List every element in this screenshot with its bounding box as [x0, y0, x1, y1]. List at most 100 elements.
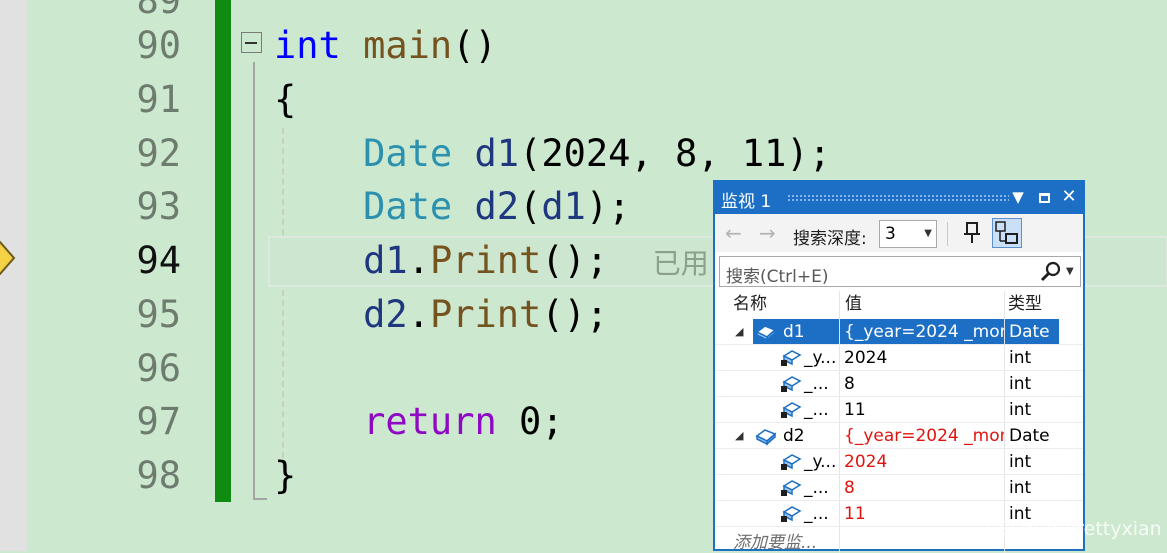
- watch-title-bar[interactable]: 监视 1 ▼ ✕: [715, 182, 1083, 214]
- value-cell[interactable]: 11: [840, 397, 1004, 422]
- name-cell: _...: [780, 397, 839, 422]
- field-name: _...: [804, 400, 829, 420]
- watch-row[interactable]: _y... 2024 int: [715, 345, 1083, 371]
- code-text: .: [407, 293, 430, 336]
- name-cell: _y...: [780, 345, 839, 370]
- name-cell: d1: [753, 319, 839, 344]
- watch-row[interactable]: _y... 2024 int: [715, 449, 1083, 475]
- type-name: Date: [363, 132, 453, 175]
- name-cell: _...: [780, 475, 839, 500]
- expanded-triangle-icon[interactable]: ◢: [735, 423, 743, 449]
- maximize-button[interactable]: [1033, 186, 1055, 208]
- watch-row[interactable]: ◢ d1 {_year=2024 _mon... Date: [715, 319, 1083, 345]
- line-number: 97: [136, 400, 181, 443]
- close-icon: ✕: [1061, 186, 1077, 207]
- column-header-type[interactable]: 类型: [1008, 291, 1042, 317]
- code-text: 0;: [496, 400, 564, 443]
- outline-guide: [253, 62, 255, 500]
- type-cell: int: [1009, 452, 1032, 472]
- back-arrow-icon[interactable]: ←: [725, 221, 742, 245]
- watch-window: 监视 1 ▼ ✕ ← → 搜索深度: 3 ▼ 搜索(Ctrl+E) ▼ 名称 值…: [713, 180, 1085, 553]
- variable-name: d1: [541, 185, 586, 228]
- class-object-icon: [755, 325, 777, 342]
- variable-name: d1: [474, 132, 520, 175]
- code-line-91[interactable]: {: [274, 73, 296, 126]
- value-cell[interactable]: 2024: [840, 449, 1004, 474]
- outline-guide-end: [253, 498, 267, 500]
- value-cell[interactable]: 8: [840, 475, 1004, 500]
- code-text: }: [274, 454, 297, 497]
- line-number-current: 94: [136, 239, 181, 282]
- chevron-down-icon: ▼: [924, 228, 932, 239]
- type-cell: Date: [1005, 319, 1059, 344]
- code-line-93[interactable]: Date d2(d1);: [274, 180, 630, 233]
- hex-display-toggle-button[interactable]: [992, 218, 1022, 248]
- search-depth-value: 3: [885, 224, 896, 244]
- change-tracking-bar: [215, 0, 231, 502]
- pin-icon[interactable]: [959, 220, 985, 246]
- code-line-98[interactable]: }: [274, 449, 296, 502]
- value-cell[interactable]: 8: [840, 371, 1004, 396]
- value-cell[interactable]: {_year=2024 _mon...: [840, 319, 1004, 344]
- caret-down-icon: ▼: [1012, 188, 1024, 206]
- keyword: int: [274, 24, 341, 67]
- chevron-down-icon[interactable]: ▼: [1066, 266, 1074, 277]
- variable-name: d1: [363, 239, 408, 282]
- expanded-triangle-icon[interactable]: ◢: [735, 319, 743, 345]
- watch-row[interactable]: _... 8 int: [715, 371, 1083, 397]
- window-options-button[interactable]: ▼: [1007, 186, 1029, 208]
- code-line-97[interactable]: return 0;: [274, 395, 564, 448]
- elapsed-time-hint[interactable]: 已用: [653, 247, 709, 280]
- code-line-90[interactable]: int main(): [274, 19, 497, 72]
- code-text: ();: [541, 239, 609, 282]
- private-field-icon: [781, 506, 802, 522]
- private-field-icon: [781, 480, 802, 496]
- watch-row[interactable]: _... 11 int: [715, 397, 1083, 423]
- search-depth-label: 搜索深度:: [793, 229, 867, 249]
- code-text: {: [274, 78, 297, 121]
- code-line-92[interactable]: Date d1(2024, 8, 11);: [274, 127, 831, 180]
- search-placeholder: 搜索(Ctrl+E): [726, 267, 829, 287]
- forward-arrow-icon[interactable]: →: [759, 221, 776, 245]
- code-line-94[interactable]: d1.Print(); 已用: [274, 234, 709, 287]
- watch-row[interactable]: _... 8 int: [715, 475, 1083, 501]
- collapse-toggle-icon[interactable]: [241, 32, 262, 53]
- code-text: ();: [541, 293, 609, 336]
- line-number: 93: [136, 185, 181, 228]
- toolbar-divider: [947, 222, 948, 246]
- title-drag-grip[interactable]: [787, 194, 1009, 201]
- line-number: 92: [136, 132, 181, 175]
- field-name: _...: [804, 504, 829, 524]
- value-cell[interactable]: 11: [840, 501, 1004, 526]
- name-cell: _y...: [780, 449, 839, 474]
- hex-display-icon: [995, 221, 1018, 244]
- private-field-icon: [781, 402, 802, 418]
- class-object-icon: [755, 429, 777, 446]
- watch-row[interactable]: ◢ d2 {_year=2024 _mon... Date: [715, 423, 1083, 449]
- line-number: 95: [136, 293, 181, 336]
- current-statement-arrow-icon: [0, 241, 16, 275]
- watch-search-box[interactable]: 搜索(Ctrl+E) ▼: [719, 256, 1081, 287]
- add-watch-placeholder[interactable]: 添加要监...: [733, 528, 817, 553]
- variable-name: d1: [783, 322, 805, 342]
- column-header-value[interactable]: 值: [845, 291, 862, 317]
- close-button[interactable]: ✕: [1058, 186, 1080, 208]
- function-name: Print: [429, 239, 542, 282]
- column-header-name[interactable]: 名称: [733, 291, 767, 317]
- code-text: );: [585, 185, 631, 228]
- search-icon[interactable]: [1040, 261, 1062, 283]
- type-cell: int: [1009, 374, 1032, 394]
- field-name: _y...: [804, 348, 837, 368]
- field-name: _...: [804, 374, 829, 394]
- value-cell[interactable]: 2024: [840, 345, 1004, 370]
- search-depth-select[interactable]: 3 ▼: [879, 220, 937, 248]
- private-field-icon: [781, 350, 802, 366]
- watermark: CSDN @prettyxian: [985, 518, 1162, 540]
- type-cell: int: [1009, 400, 1032, 420]
- line-number: 90: [136, 24, 181, 67]
- value-cell[interactable]: {_year=2024 _mon...: [840, 423, 1004, 448]
- watch-title: 监视 1: [721, 192, 772, 212]
- maximize-icon: [1038, 192, 1050, 203]
- code-text: .: [407, 239, 430, 282]
- code-line-95[interactable]: d2.Print();: [274, 288, 608, 341]
